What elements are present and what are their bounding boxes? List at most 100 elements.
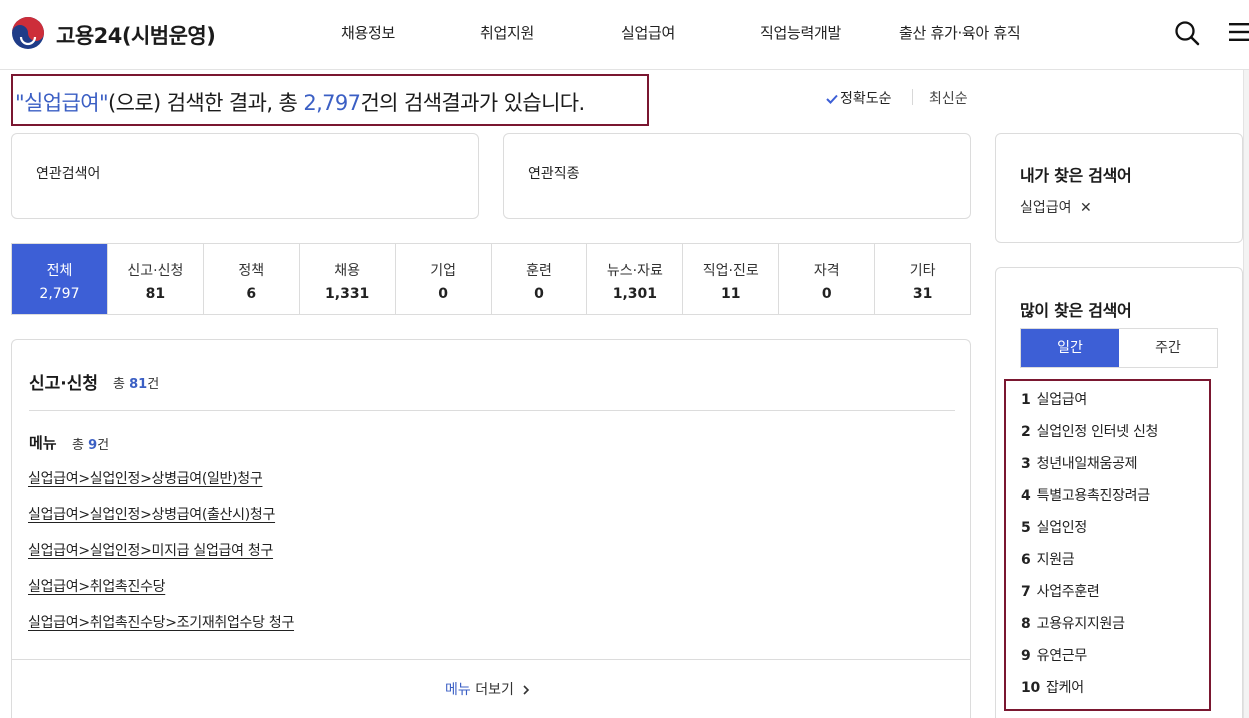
tab-count: 0: [438, 286, 448, 302]
menu-total: 총 9건: [72, 434, 109, 453]
tab-count: 0: [534, 286, 544, 302]
menu-total-number: 9: [88, 438, 98, 453]
rank-item[interactable]: 1 실업급여: [1021, 389, 1087, 409]
rank-item[interactable]: 3 청년내일채움공제: [1021, 453, 1138, 473]
rank-term: 유연근무: [1036, 648, 1088, 664]
tab-policy[interactable]: 정책 6: [204, 244, 300, 314]
menu-link-employment-promotion-allowance[interactable]: 실업급여>취업촉진수당: [28, 576, 166, 596]
rank-item[interactable]: 10 잡케어: [1021, 677, 1084, 697]
tab-label: 전체: [46, 263, 73, 279]
rank-term: 실업급여: [1036, 392, 1088, 408]
sort-accuracy-label: 정확도순: [840, 91, 892, 107]
rank-term: 지원금: [1036, 552, 1075, 568]
section-footer-divider: [12, 659, 970, 660]
menu-link-early-reemployment-claim[interactable]: 실업급여>취업촉진수당>조기재취업수당 청구: [28, 612, 294, 632]
tab-count: 6: [246, 286, 257, 302]
tab-count: 2,797: [39, 286, 80, 302]
search-result-summary: "실업급여"(으로) 검색한 결과, 총 2,797건의 검색결과가 있습니다.: [11, 74, 649, 126]
menu-subsection-title: 메뉴: [29, 434, 57, 452]
rank-item[interactable]: 8 고용유지지원금: [1021, 613, 1125, 633]
chevron-right-icon: [523, 685, 530, 695]
section-divider: [29, 410, 955, 411]
tab-recruitment[interactable]: 채용 1,331: [300, 244, 396, 314]
tab-label: 채용: [334, 263, 361, 279]
nav-employment-support[interactable]: 취업지원: [480, 22, 534, 43]
my-search-chip[interactable]: 실업급여 ✕: [1020, 197, 1092, 217]
search-result-text: "실업급여"(으로) 검색한 결과, 총 2,797건의 검색결과가 있습니다.: [15, 87, 585, 117]
tab-label: 기업: [430, 263, 456, 279]
government-emblem-icon[interactable]: [11, 16, 45, 50]
tab-news-data[interactable]: 뉴스·자료 1,301: [587, 244, 684, 314]
tab-count: 11: [721, 286, 741, 302]
sort-accuracy[interactable]: 정확도순: [826, 88, 892, 108]
category-tabs: 전체 2,797 신고·신청 81 정책 6 채용 1,331 기업 0 훈련 0 뉴스·자…: [11, 243, 971, 315]
rank-number: 6: [1021, 552, 1031, 568]
nav-unemployment-benefit[interactable]: 실업급여: [621, 22, 675, 43]
rank-number: 10: [1021, 680, 1040, 696]
rank-item[interactable]: 5 실업인정: [1021, 517, 1087, 537]
tab-label: 직업·진로: [702, 263, 759, 279]
my-search-term: 실업급여: [1020, 200, 1072, 216]
site-header: 고용24(시범운영) 채용정보 취업지원 실업급여 직업능력개발 출산 휴가·육…: [0, 0, 1249, 70]
tab-label: 정책: [238, 263, 265, 279]
tab-daily[interactable]: 일간: [1021, 329, 1119, 367]
rank-number: 3: [1021, 456, 1031, 472]
period-toggle: 일간 주간: [1020, 328, 1218, 368]
search-result-end: 건의 검색결과가 있습니다.: [360, 91, 585, 115]
tab-count: 1,301: [612, 286, 658, 302]
tab-label: 뉴스·자료: [606, 263, 663, 279]
menu-link-unpaid-benefit-claim[interactable]: 실업급여>실업인정>미지급 실업급여 청구: [28, 540, 273, 560]
more-suffix: 더보기: [470, 682, 514, 698]
nav-vocational-training[interactable]: 직업능력개발: [760, 22, 841, 43]
nav-maternity-parental-leave[interactable]: 출산 휴가·육아 휴직: [899, 22, 1021, 43]
tab-label: 기타: [909, 263, 936, 279]
tab-label: 자격: [813, 263, 840, 279]
search-icon[interactable]: [1174, 20, 1200, 46]
rank-item[interactable]: 4 특별고용촉진장려금: [1021, 485, 1150, 505]
rank-number: 4: [1021, 488, 1031, 504]
rank-item[interactable]: 2 실업인정 인터넷 신청: [1021, 421, 1158, 441]
tab-weekly[interactable]: 주간: [1119, 329, 1217, 367]
rank-number: 2: [1021, 424, 1031, 440]
search-keyword: "실업급여": [15, 91, 109, 115]
my-searches-title: 내가 찾은 검색어: [1020, 166, 1132, 185]
menu-more-button[interactable]: 메뉴 더보기: [445, 679, 531, 699]
tab-count: 1,331: [325, 286, 370, 302]
rank-number: 5: [1021, 520, 1031, 536]
tab-label: 신고·신청: [127, 263, 184, 279]
search-result-mid: (으로) 검색한 결과, 총: [108, 91, 304, 115]
hamburger-menu-icon[interactable]: [1229, 20, 1249, 44]
tab-career[interactable]: 직업·진로 11: [683, 244, 780, 314]
nav-job-info[interactable]: 채용정보: [341, 22, 395, 43]
tab-etc[interactable]: 기타 31: [875, 244, 970, 314]
rank-item[interactable]: 7 사업주훈련: [1021, 581, 1100, 601]
menu-total-suffix: 건: [97, 438, 110, 453]
tab-label: 훈련: [526, 263, 552, 279]
tab-qualification[interactable]: 자격 0: [779, 244, 876, 314]
menu-total-prefix: 총: [72, 438, 89, 453]
rank-item[interactable]: 6 지원금: [1021, 549, 1075, 569]
tab-count: 31: [912, 286, 933, 302]
tab-company[interactable]: 기업 0: [396, 244, 492, 314]
sort-latest[interactable]: 최신순: [929, 88, 968, 108]
rank-item[interactable]: 9 유연근무: [1021, 645, 1087, 665]
related-jobs-title: 연관직종: [528, 166, 580, 182]
section-title: 신고·신청: [29, 374, 99, 394]
tab-training[interactable]: 훈련 0: [492, 244, 588, 314]
tab-all[interactable]: 전체 2,797: [12, 244, 108, 314]
remove-icon[interactable]: ✕: [1080, 200, 1092, 216]
menu-link-sickness-benefit-general[interactable]: 실업급여>실업인정>상병급여(일반)청구: [28, 468, 263, 488]
related-jobs-card: 연관직종: [503, 133, 971, 219]
check-icon: [826, 94, 838, 104]
report-application-section: 신고·신청 총 81건 메뉴 총 9건 실업급여>실업인정>상병급여(일반)청구…: [11, 339, 971, 718]
rank-term: 실업인정 인터넷 신청: [1036, 424, 1159, 440]
section-total: 총 81건: [113, 373, 159, 392]
rank-term: 고용유지지원금: [1036, 616, 1125, 632]
page-scrollbar[interactable]: [1243, 70, 1249, 718]
popular-searches-title: 많이 찾은 검색어: [1020, 301, 1132, 320]
site-brand[interactable]: 고용24(시범운영): [56, 20, 216, 50]
my-searches-card: 내가 찾은 검색어 실업급여 ✕: [995, 133, 1243, 243]
menu-link-sickness-benefit-childbirth[interactable]: 실업급여>실업인정>상병급여(출산시)청구: [28, 504, 275, 524]
tab-report-application[interactable]: 신고·신청 81: [108, 244, 204, 314]
rank-number: 9: [1021, 648, 1031, 664]
